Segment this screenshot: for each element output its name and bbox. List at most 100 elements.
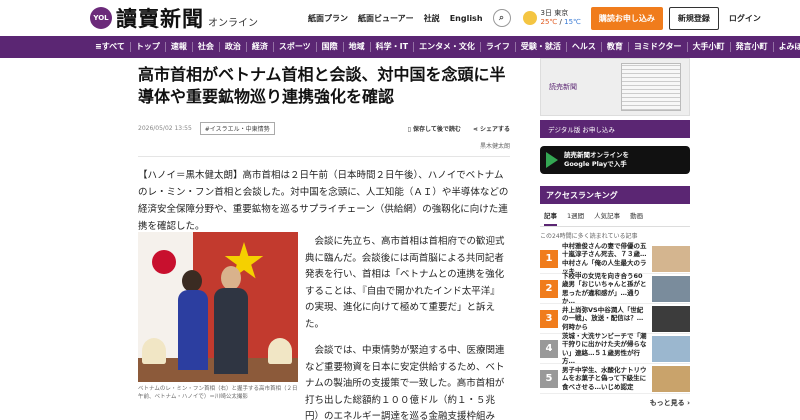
topic-tag[interactable]: #イスラエル・中東情勢 (199, 122, 275, 135)
bookmark-icon: ▯ (407, 126, 411, 133)
person-head (221, 266, 241, 290)
link-editorial[interactable]: 社説 (424, 13, 440, 24)
article-paragraph: 会談に先立ち、高市首相は首相府での歓迎式典に臨んだ。会談後には両首脳による共同記… (305, 236, 505, 330)
tab-articles[interactable]: 記事 (544, 210, 557, 226)
nav-item[interactable]: ヨミドクター (629, 42, 688, 52)
google-play-badge[interactable]: 読売新聞オンラインを Google Playで入手 (540, 146, 690, 174)
save-later-label: 保存して後で読む (413, 126, 461, 133)
article-date: 2026/05/02 13:55 (138, 125, 192, 132)
more-ranking-link[interactable]: もっと見る › (540, 398, 690, 408)
photo-caption: ベトナムのレ・ミン・フン首相（右）と握手する高市首相（２日午前、ベトナム・ハノイ… (138, 386, 298, 400)
rank-thumbnail (652, 245, 690, 272)
person-head (182, 270, 202, 292)
tab-week[interactable]: 1週間 (567, 210, 584, 226)
newspaper-ad[interactable]: 読売新聞 (540, 58, 690, 116)
flower-pot (268, 338, 292, 364)
link-plan[interactable]: 紙面プラン (308, 13, 348, 24)
site-logo[interactable]: YOL 讀賣新聞 オンライン (90, 3, 258, 33)
gplay-line1: 読売新聞オンラインを (564, 151, 629, 159)
rank-headline: 中村雅俊さんの妻で俳優の五十嵐淳子さん死去、７３歳…中村さん「俺の人生最大のラッ… (562, 241, 647, 276)
save-later-button[interactable]: ▯ 保存して後で読む (408, 124, 461, 133)
ranking-item[interactable]: 2 下校中の女児を向き合う60歳男「おじいちゃんと孫がと思ったが違和感が」…通り… (540, 271, 690, 306)
rank-thumbnail (652, 335, 690, 362)
subscribe-button[interactable]: 購読お申し込み (590, 6, 663, 30)
nav-item[interactable]: 経済 (247, 42, 274, 52)
article-actions: ▯ 保存して後で読む ⋖ シェアする (408, 124, 510, 133)
top-links: 紙面プラン 紙面ビューアー 社説 English ⌕ (308, 9, 511, 27)
article-paragraph: 会談では、中東情勢が緊迫する中、医療関連など重要物資を日本に安定供給するため、ベ… (305, 345, 505, 420)
article-lead: 【ハノイ＝黒木健太朗】高市首相は２日午前（日本時間２日午後）、ハノイでベトナムの… (138, 170, 509, 232)
tab-popular[interactable]: 人気記事 (594, 210, 620, 226)
gplay-line2: Google Playで入手 (564, 160, 627, 168)
nav-item[interactable]: 受験・就活 (516, 42, 567, 52)
top-header: YOL 讀賣新聞 オンライン 紙面プラン 紙面ビューアー 社説 English … (0, 0, 800, 36)
weather-city: 3日 東京 (540, 9, 569, 17)
rank-thumbnail (652, 365, 690, 392)
article-headline: 高市首相がベトナム首相と会談、対中国を念頭に半導体や重要鉱物巡り連携強化を確認 (138, 65, 506, 106)
nav-item[interactable]: エンタメ・文化 (414, 42, 481, 52)
nav-item[interactable]: トップ (131, 42, 166, 52)
ranking-item[interactable]: 3 井上尚弥VS中谷潤人「世紀の一戦」、放送・配信は？…何時から (540, 304, 690, 334)
weather-low: 15℃ (564, 18, 581, 26)
category-nav: ≡すべて トップ 速報 社会 政治 経済 スポーツ 国際 地域 科学・IT エン… (0, 36, 800, 58)
rank-thumbnail (652, 275, 690, 302)
nav-item[interactable]: スポーツ (274, 42, 317, 52)
rank-headline: 茨城・大洗サンビーチで「潮干狩りに出かけた夫が帰らない」連絡…５１歳男性が行方… (562, 331, 647, 366)
article-photo[interactable] (138, 232, 298, 382)
nav-item[interactable]: 速報 (166, 42, 193, 52)
byline: 黒木健太朗 (138, 141, 510, 157)
play-store-icon (546, 152, 558, 168)
ranking-item[interactable]: 4 茨城・大洗サンビーチで「潮干狩りに出かけた夫が帰らない」連絡…５１歳男性が行… (540, 331, 690, 366)
share-button[interactable]: ⋖ シェアする (473, 124, 510, 133)
rank-number: 1 (540, 249, 558, 268)
rank-number: 5 (540, 369, 558, 388)
flower-pot (142, 338, 166, 364)
nav-item[interactable]: 政治 (220, 42, 247, 52)
share-label: シェアする (479, 126, 510, 133)
ranking-item[interactable]: 5 男子中学生、水酸化ナトリウムをお菓子と偽って下級生に食べさせる…いじめ認定 (540, 364, 690, 394)
ad-paper-label: 読売新聞 (549, 83, 577, 91)
sidebar: 読売新聞 デジタル版 お申し込み 読売新聞オンラインを Google Playで… (540, 58, 690, 408)
ranking-tabs: 記事 1週間 人気記事 動画 (540, 204, 690, 227)
tab-video[interactable]: 動画 (630, 210, 643, 226)
nav-item[interactable]: ライフ (481, 42, 516, 52)
nav-item[interactable]: 教育 (602, 42, 629, 52)
rank-number: 2 (540, 279, 558, 298)
sun-icon (522, 11, 537, 25)
nav-item[interactable]: ヘルス (567, 42, 602, 52)
article: 高市首相がベトナム首相と会談、対中国を念頭に半導体や重要鉱物巡り連携強化を確認 … (138, 64, 510, 235)
link-viewer[interactable]: 紙面ビューアー (358, 13, 414, 24)
ranking-title: アクセスランキング (540, 186, 690, 204)
login-link[interactable]: ログイン (729, 13, 761, 24)
rank-headline: 下校中の女児を向き合う60歳男「おじいちゃんと孫がと思ったが違和感が」…通りか… (562, 271, 647, 306)
nav-item[interactable]: ≡すべて (90, 42, 131, 52)
digital-ad-banner[interactable]: デジタル版 お申し込み (540, 120, 690, 138)
rank-headline: 井上尚弥VS中谷潤人「世紀の一戦」、放送・配信は？…何時から (562, 305, 644, 331)
logo-badge: YOL (90, 7, 112, 29)
nav-item[interactable]: 科学・IT (371, 42, 415, 52)
register-button[interactable]: 新規登録 (668, 6, 719, 30)
ranking-item[interactable]: 1 中村雅俊さんの妻で俳優の五十嵐淳子さん死去、７３歳…中村さん「俺の人生最大の… (540, 241, 690, 276)
nav-item[interactable]: 地域 (344, 42, 371, 52)
logo-sub: オンライン (208, 17, 258, 29)
nav-item[interactable]: よみぼランド (774, 42, 800, 52)
person-dark-suit (214, 288, 248, 374)
article-photo-block: ベトナムのレ・ミン・フン首相（右）と握手する高市首相（２日午前、ベトナム・ハノイ… (138, 232, 298, 401)
article-body: 会談に先立ち、高市首相は首相府での歓迎式典に臨んだ。会談後には両首脳による共同記… (305, 234, 505, 420)
rank-number: 3 (540, 309, 558, 328)
rank-number: 4 (540, 339, 558, 358)
newspaper-image (621, 63, 681, 111)
nav-item[interactable]: 発言小町 (731, 42, 774, 52)
weather-widget[interactable]: 3日 東京 25℃ / 15℃ (522, 9, 581, 27)
nav-item[interactable]: 国際 (317, 42, 344, 52)
search-icon[interactable]: ⌕ (492, 9, 511, 27)
article-meta: 2026/05/02 13:55 #イスラエル・中東情勢 ▯ 保存して後で読む … (138, 122, 510, 135)
weather-high: 25℃ (540, 18, 558, 26)
link-english[interactable]: English (450, 14, 483, 23)
nav-item[interactable]: 大手小町 (688, 42, 731, 52)
person-blue-suit (178, 290, 208, 370)
rank-headline: 男子中学生、水酸化ナトリウムをお菓子と偽って下級生に食べさせる…いじめ認定 (562, 365, 647, 391)
share-icon: ⋖ (472, 126, 478, 133)
nav-item[interactable]: 社会 (193, 42, 220, 52)
logo-name: 讀賣新聞 (116, 6, 204, 31)
